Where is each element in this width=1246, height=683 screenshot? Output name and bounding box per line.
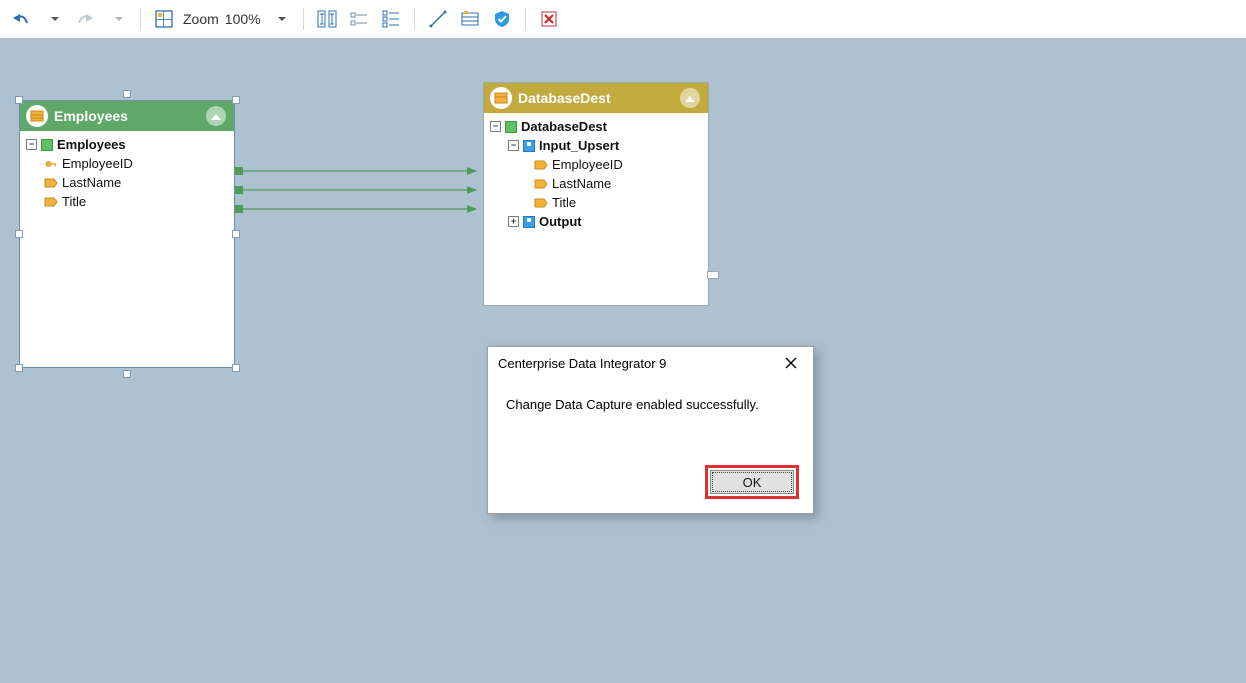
message-dialog: Centerprise Data Integrator 9 Change Dat… [487, 346, 814, 514]
node-databasedest-body: − DatabaseDest − Input_Upsert EmployeeID… [484, 113, 708, 237]
key-icon [44, 159, 58, 169]
auto-layout-button[interactable] [312, 6, 342, 32]
delete-button[interactable] [534, 6, 564, 32]
node-employees-title: Employees [54, 108, 128, 124]
input-group-icon [523, 140, 535, 152]
database-table-icon [26, 105, 48, 127]
node-databasedest-header[interactable]: DatabaseDest [484, 83, 708, 113]
tree-root-label: DatabaseDest [521, 119, 607, 134]
align-left-button[interactable] [344, 6, 374, 32]
field-label: Title [62, 194, 86, 209]
collapse-toggle-icon[interactable]: − [26, 139, 37, 150]
close-icon [785, 357, 797, 369]
separator [414, 8, 415, 30]
separator [303, 8, 304, 30]
output-port[interactable] [707, 271, 719, 279]
collapse-toggle-icon[interactable]: − [508, 140, 519, 151]
tree-field[interactable]: Title [26, 192, 228, 211]
redo-button[interactable] [70, 6, 100, 32]
node-databasedest-title: DatabaseDest [518, 90, 611, 106]
table-icon [41, 139, 53, 151]
table-icon [505, 121, 517, 133]
dialog-titlebar[interactable]: Centerprise Data Integrator 9 [488, 347, 813, 379]
field-label: Title [552, 195, 576, 210]
expand-toggle-icon[interactable]: + [508, 216, 519, 227]
grid-tool-button[interactable] [455, 6, 485, 32]
resize-handle[interactable] [123, 90, 131, 98]
node-databasedest[interactable]: DatabaseDest − DatabaseDest − Input_Upse… [483, 82, 709, 306]
tree-group[interactable]: + Output [490, 212, 702, 231]
field-label: EmployeeID [552, 157, 623, 172]
zoom-dropdown[interactable] [265, 6, 295, 32]
tag-icon [44, 178, 58, 188]
field-label: LastName [62, 175, 121, 190]
collapse-icon[interactable] [680, 88, 700, 108]
separator [140, 8, 141, 30]
verify-button[interactable] [487, 6, 517, 32]
tree-field[interactable]: LastName [490, 174, 702, 193]
resize-handle[interactable] [123, 370, 131, 378]
dialog-title-text: Centerprise Data Integrator 9 [498, 356, 666, 371]
tag-icon [44, 197, 58, 207]
tree-field[interactable]: Title [490, 193, 702, 212]
node-employees-header[interactable]: Employees [20, 101, 234, 131]
design-canvas[interactable]: Employees − Employees EmployeeID LastNam… [0, 38, 1246, 683]
undo-button[interactable] [6, 6, 36, 32]
toolbar: Zoom 100% [0, 0, 1246, 38]
dialog-message: Change Data Capture enabled successfully… [488, 379, 813, 420]
collapse-toggle-icon[interactable]: − [490, 121, 501, 132]
separator [525, 8, 526, 30]
output-group-icon [523, 216, 535, 228]
line-tool-button[interactable] [423, 6, 453, 32]
resize-handle[interactable] [232, 96, 240, 104]
field-label: EmployeeID [62, 156, 133, 171]
undo-dropdown[interactable] [38, 6, 68, 32]
zoom-value: 100% [225, 11, 263, 27]
align-list-button[interactable] [376, 6, 406, 32]
tree-group[interactable]: − Input_Upsert [490, 136, 702, 155]
resize-handle[interactable] [232, 230, 240, 238]
ok-button[interactable]: OK [710, 470, 794, 494]
ok-highlight: OK [705, 465, 799, 499]
resize-handle[interactable] [15, 96, 23, 104]
tag-icon [534, 198, 548, 208]
zoom-label: Zoom [181, 11, 223, 27]
node-employees[interactable]: Employees − Employees EmployeeID LastNam… [19, 100, 235, 368]
tree-field[interactable]: EmployeeID [26, 154, 228, 173]
tree-field[interactable]: EmployeeID [490, 155, 702, 174]
resize-handle[interactable] [15, 364, 23, 372]
dialog-close-button[interactable] [779, 351, 803, 375]
redo-dropdown[interactable] [102, 6, 132, 32]
tree-root[interactable]: − Employees [26, 135, 228, 154]
group-label: Output [539, 214, 582, 229]
node-employees-body: − Employees EmployeeID LastName Title [20, 131, 234, 217]
ok-button-label: OK [743, 475, 762, 490]
database-dest-icon [490, 87, 512, 109]
collapse-icon[interactable] [206, 106, 226, 126]
resize-handle[interactable] [232, 364, 240, 372]
tree-root-label: Employees [57, 137, 126, 152]
tag-icon [534, 160, 548, 170]
field-label: LastName [552, 176, 611, 191]
group-label: Input_Upsert [539, 138, 619, 153]
tree-field[interactable]: LastName [26, 173, 228, 192]
tag-icon [534, 179, 548, 189]
resize-handle[interactable] [15, 230, 23, 238]
tree-root[interactable]: − DatabaseDest [490, 117, 702, 136]
layout-button[interactable] [149, 6, 179, 32]
